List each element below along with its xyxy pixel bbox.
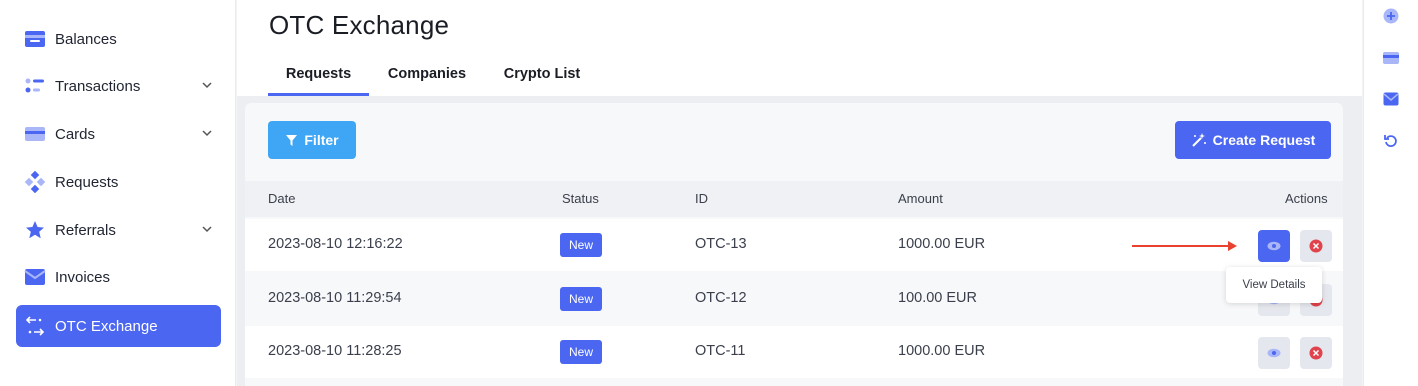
- eye-icon: [1267, 348, 1281, 358]
- cell-amount: 1000.00 EUR: [898, 343, 986, 359]
- card-icon[interactable]: [1382, 49, 1400, 67]
- delete-button[interactable]: [1300, 230, 1332, 262]
- cell-date: 2023-08-10 11:28:25: [268, 343, 402, 359]
- column-header-actions: Actions: [1285, 191, 1328, 206]
- status-badge: New: [560, 340, 603, 364]
- tooltip: View Details: [1226, 267, 1322, 303]
- sidebar-item-transactions[interactable]: Transactions: [16, 65, 221, 107]
- right-rail: [1363, 0, 1418, 386]
- transactions-icon: [24, 75, 46, 97]
- mail-icon[interactable]: [1382, 90, 1400, 108]
- view-details-button[interactable]: [1258, 230, 1290, 262]
- column-header-date: Date: [268, 191, 296, 206]
- view-details-button[interactable]: [1258, 337, 1290, 369]
- column-header-status: Status: [562, 191, 599, 206]
- magic-wand-icon: [1191, 133, 1206, 147]
- create-request-label: Create Request: [1212, 132, 1316, 148]
- sidebar-item-invoices[interactable]: Invoices: [16, 256, 221, 298]
- table-row: 2023-08-10 11:29:54 New OTC-12 100.00 EU…: [245, 273, 1343, 325]
- cell-date: 2023-08-10 11:29:54: [268, 290, 402, 306]
- sidebar-item-requests[interactable]: Requests: [16, 161, 221, 203]
- sidebar-item-label: Invoices: [55, 268, 111, 286]
- sidebar-item-label: Cards: [55, 125, 96, 143]
- create-request-button[interactable]: Create Request: [1175, 121, 1331, 159]
- chevron-down-icon: [202, 82, 212, 89]
- cell-amount: 100.00 EUR: [898, 290, 977, 306]
- refresh-icon[interactable]: [1382, 132, 1400, 150]
- tab-companies[interactable]: Companies: [381, 54, 473, 94]
- filter-label: Filter: [304, 132, 339, 148]
- column-header-id: ID: [695, 191, 708, 206]
- filter-button[interactable]: Filter: [268, 121, 356, 159]
- sidebar-item-label: Balances: [55, 30, 117, 48]
- mail-icon: [24, 266, 46, 288]
- exchange-icon: [24, 315, 46, 337]
- sidebar-item-referrals[interactable]: Referrals: [16, 209, 221, 251]
- sidebar-item-label: Transactions: [55, 77, 141, 95]
- tab-crypto-list[interactable]: Crypto List: [494, 54, 590, 94]
- table-row: 2023-08-10 11:28:25 New OTC-11 1000.00 E…: [245, 326, 1343, 378]
- close-icon: [1309, 239, 1323, 253]
- sidebar-item-label: Referrals: [55, 221, 116, 239]
- sidebar-item-label: Requests: [55, 173, 119, 191]
- eye-icon: [1267, 241, 1281, 251]
- sidebar: Balances Transactions Cards Requests Ref…: [0, 0, 236, 386]
- cell-id: OTC-13: [695, 236, 747, 252]
- card-icon: [24, 123, 46, 145]
- tab-requests[interactable]: Requests: [268, 54, 369, 96]
- cell-date: 2023-08-10 12:16:22: [268, 236, 403, 252]
- delete-button[interactable]: [1300, 337, 1332, 369]
- annotation-arrow-line: [1132, 245, 1230, 247]
- close-icon: [1309, 346, 1323, 360]
- wallet-icon: [24, 28, 46, 50]
- requests-icon: [24, 171, 46, 193]
- sidebar-item-balances[interactable]: Balances: [16, 18, 221, 60]
- page-title: OTC Exchange: [269, 10, 450, 40]
- chevron-down-icon: [202, 226, 212, 233]
- table-header: Date Status ID Amount Actions: [245, 181, 1343, 217]
- main-content: OTC Exchange Requests Companies Crypto L…: [237, 0, 1362, 386]
- sidebar-item-label: OTC Exchange: [55, 317, 158, 335]
- plus-icon[interactable]: [1382, 7, 1400, 25]
- sidebar-item-otc-exchange[interactable]: OTC Exchange: [16, 305, 221, 347]
- cell-id: OTC-12: [695, 290, 747, 306]
- filter-icon: [286, 134, 298, 146]
- sidebar-item-cards[interactable]: Cards: [16, 113, 221, 155]
- status-badge: New: [560, 287, 603, 311]
- column-header-amount: Amount: [898, 191, 943, 206]
- chevron-down-icon: [202, 130, 212, 137]
- status-badge: New: [560, 233, 603, 257]
- cell-amount: 1000.00 EUR: [898, 236, 986, 252]
- annotation-arrow-head: [1228, 241, 1237, 251]
- star-icon: [24, 219, 46, 241]
- cell-id: OTC-11: [695, 343, 746, 359]
